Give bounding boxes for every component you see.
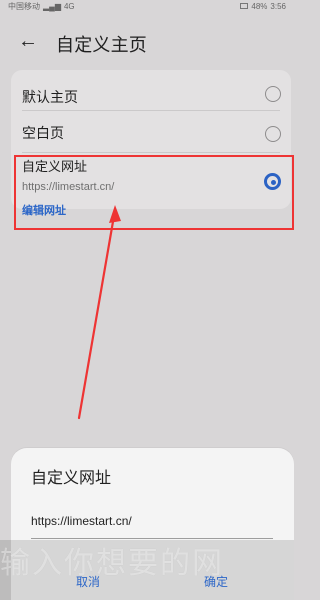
- dialog-title: 自定义网址: [31, 470, 112, 487]
- default-homepage-option[interactable]: 默认主页: [11, 70, 291, 106]
- blank-page-radio[interactable]: [265, 126, 281, 142]
- blank-page-option[interactable]: 空白页: [11, 110, 291, 146]
- page-title: 自定义主页: [56, 35, 147, 55]
- back-button[interactable]: ←: [18, 29, 38, 52]
- highlight-box: [14, 155, 294, 230]
- default-homepage-radio[interactable]: [265, 86, 281, 102]
- battery-label: 48%: [251, 1, 268, 11]
- vibration-icon: [240, 3, 249, 9]
- time-label: 3:56: [270, 1, 286, 11]
- status-right: 48% 3:56: [240, 2, 286, 11]
- default-homepage-label: 默认主页: [22, 89, 78, 105]
- subtitle-overlay: 输入你想要的网: [0, 547, 224, 580]
- custom-url-input[interactable]: [31, 511, 273, 531]
- arrow-line: [77, 208, 117, 420]
- back-arrow-icon: ←: [18, 29, 38, 52]
- carrier-label: 中国移动: [8, 1, 40, 11]
- status-bar: 中国移动 ▂▄▆ 4G 48% 3:56: [0, 0, 294, 12]
- blank-page-label: 空白页: [22, 125, 64, 141]
- signal-icon: ▂▄▆: [43, 1, 61, 11]
- status-left: 中国移动 ▂▄▆ 4G: [8, 1, 75, 12]
- input-underline: [31, 538, 273, 539]
- confirm-button[interactable]: 确定: [204, 573, 228, 590]
- network-label: 4G: [63, 1, 75, 11]
- page-header: ← 自定义主页: [0, 25, 294, 57]
- cancel-button[interactable]: 取消: [76, 573, 100, 590]
